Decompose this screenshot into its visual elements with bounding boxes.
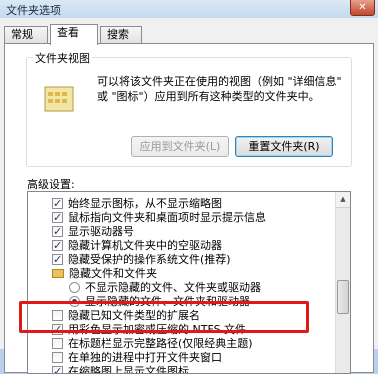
checkbox[interactable]	[52, 224, 63, 239]
folder-views-group: 文件夹视图 可以将该文件夹正在使用的视图（例如 "详细信息" 或 "图标"）应用…	[26, 50, 352, 167]
checkbox[interactable]	[52, 364, 63, 373]
folder-icon	[52, 269, 64, 278]
advanced-settings-list[interactable]: 始终显示图标，从不显示缩略图 鼠标指向文件夹和桌面项时显示提示信息 显示驱动器号…	[27, 191, 351, 374]
checkbox[interactable]	[52, 196, 63, 211]
title-bar: 文件夹选项 ✕	[0, 0, 378, 19]
checkbox[interactable]	[52, 252, 63, 267]
tab-view[interactable]: 查看	[50, 24, 98, 45]
vertical-scrollbar[interactable]: ▲	[335, 192, 350, 373]
folder-views-description: 可以将该文件夹正在使用的视图（例如 "详细信息" 或 "图标"）应用到所有这种类…	[97, 75, 342, 103]
list-item[interactable]: 始终显示图标，从不显示缩略图	[52, 196, 222, 211]
list-item[interactable]: 在缩略图上显示文件图标	[52, 364, 189, 373]
tab-general[interactable]: 常规	[4, 26, 48, 43]
dialog-body: 常规 查看 搜索 文件夹视图 可以将该文件夹正在使用的视图（例如 "详细信息" …	[0, 18, 378, 374]
advanced-settings-label: 高级设置:	[27, 178, 75, 191]
folder-view-icon	[44, 86, 74, 112]
scroll-up-icon[interactable]: ▲	[336, 192, 350, 208]
list-item[interactable]: 不显示隐藏的文件、文件夹或驱动器	[69, 280, 261, 295]
checkbox[interactable]	[52, 352, 63, 363]
checkbox[interactable]	[52, 238, 63, 253]
checkbox[interactable]	[52, 210, 63, 225]
red-highlight-box	[19, 301, 309, 333]
window-title: 文件夹选项	[6, 4, 61, 17]
list-item[interactable]: 在单独的进程中打开文件夹窗口	[52, 350, 222, 365]
scroll-thumb[interactable]	[337, 280, 349, 314]
list-item[interactable]: 鼠标指向文件夹和桌面项时显示提示信息	[52, 210, 266, 225]
checkbox[interactable]	[52, 338, 63, 349]
folder-views-title: 文件夹视图	[33, 50, 92, 66]
list-item[interactable]: 隐藏受保护的操作系统文件(推荐)	[52, 252, 231, 267]
list-item-folder: 隐藏文件和文件夹	[52, 266, 157, 281]
tab-panel-view: 文件夹视图 可以将该文件夹正在使用的视图（例如 "详细信息" 或 "图标"）应用…	[4, 43, 374, 374]
reset-folders-button[interactable]: 重置文件夹(R)	[235, 136, 333, 157]
tab-search[interactable]: 搜索	[100, 26, 142, 43]
list-item[interactable]: 隐藏计算机文件夹中的空驱动器	[52, 238, 222, 253]
list-item[interactable]: 显示驱动器号	[52, 224, 134, 239]
radio-button[interactable]	[69, 282, 80, 293]
apply-to-folders-button[interactable]: 应用到文件夹(L)	[131, 136, 229, 157]
close-button[interactable]: ✕	[350, 0, 375, 16]
